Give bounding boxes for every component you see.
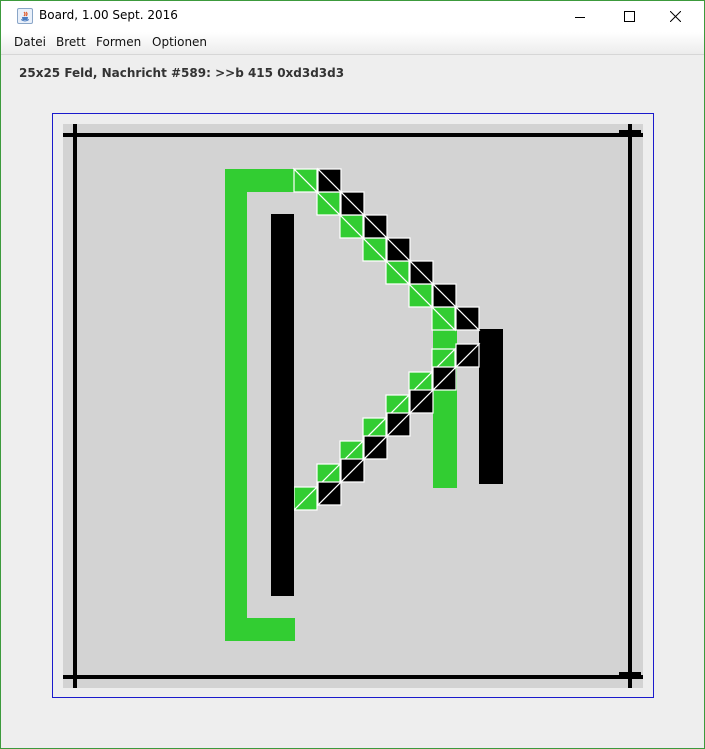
status-message: 25x25 Feld, Nachricht #589: >>b 415 0xd3… <box>19 66 345 80</box>
close-button[interactable] <box>652 1 698 32</box>
black-inner-bar <box>271 214 294 596</box>
menu-optionen[interactable]: Optionen <box>152 35 207 49</box>
black-d-outline <box>479 329 503 484</box>
application-window: Board, 1.00 Sept. 2016 Datei Brett Forme… <box>0 0 705 749</box>
close-icon <box>669 11 681 22</box>
title-bar[interactable]: Board, 1.00 Sept. 2016 <box>1 1 704 32</box>
menu-datei[interactable]: Datei <box>14 35 46 49</box>
menu-formen[interactable]: Formen <box>96 35 141 49</box>
minimize-icon <box>575 16 585 18</box>
window-title: Board, 1.00 Sept. 2016 <box>39 8 178 22</box>
menu-brett[interactable]: Brett <box>56 35 86 49</box>
minimize-button[interactable] <box>557 1 603 32</box>
maximize-icon <box>623 11 635 22</box>
menu-bar: Datei Brett Formen Optionen <box>1 32 704 55</box>
maximize-button[interactable] <box>606 1 652 32</box>
board-canvas[interactable] <box>63 124 643 688</box>
java-cup-icon <box>17 8 33 24</box>
